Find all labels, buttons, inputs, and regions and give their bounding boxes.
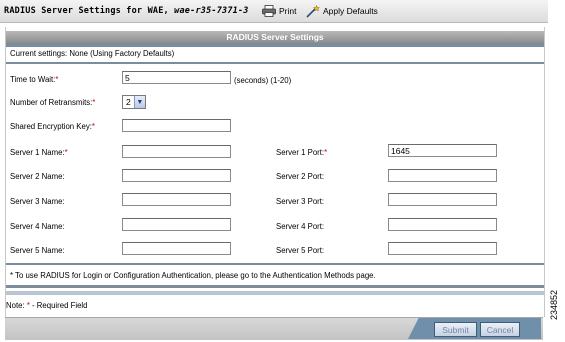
section-header: RADIUS Server Settings <box>6 31 544 43</box>
server-2-name-input[interactable] <box>122 169 231 182</box>
time-to-wait-input[interactable] <box>122 71 231 84</box>
section-divider <box>6 285 544 288</box>
server-5-port-label: Server 5 Port: <box>276 246 325 255</box>
server-4-name-input[interactable] <box>122 218 231 231</box>
wand-icon <box>306 4 320 18</box>
chevron-down-icon[interactable]: ▼ <box>133 96 145 108</box>
settings-panel: RADIUS Server Settings Current settings:… <box>5 27 545 317</box>
print-button[interactable]: Print <box>262 4 296 18</box>
required-field-note: Note: * - Required Field <box>6 301 88 310</box>
retransmits-select[interactable]: 2 ▼ <box>122 95 146 109</box>
server-2-port-label: Server 2 Port: <box>276 172 325 181</box>
encryption-key-label: Shared Encryption Key:* <box>10 122 95 131</box>
retransmits-label: Number of Retransmits:* <box>10 98 96 107</box>
server-1-name-input[interactable] <box>122 145 231 158</box>
figure-id: 234852 <box>549 289 559 321</box>
divider <box>6 62 544 64</box>
server-1-name-label: Server 1 Name:* <box>10 148 68 157</box>
server-3-name-input[interactable] <box>122 193 231 206</box>
server-3-port-input[interactable] <box>388 193 497 206</box>
time-to-wait-hint: (seconds) (1-20) <box>234 76 292 85</box>
server-2-port-input[interactable] <box>388 169 497 182</box>
required-marker: * <box>55 75 59 84</box>
required-marker: * <box>64 148 68 157</box>
printer-icon <box>262 5 276 17</box>
server-3-port-label: Server 3 Port: <box>276 197 325 206</box>
apply-defaults-label: Apply Defaults <box>323 6 378 16</box>
server-5-port-input[interactable] <box>388 242 497 255</box>
time-to-wait-label: Time to Wait:* <box>10 75 59 84</box>
server-5-name-label: Server 5 Name: <box>10 246 65 255</box>
print-label: Print <box>279 6 297 16</box>
radius-auth-note: * To use RADIUS for Login or Configurati… <box>10 271 376 280</box>
current-settings-text: Current settings: None (Using Factory De… <box>10 49 175 58</box>
cancel-button[interactable]: Cancel <box>480 322 520 337</box>
server-3-name-label: Server 3 Name: <box>10 197 65 206</box>
submit-button[interactable]: Submit <box>434 322 477 337</box>
divider <box>6 263 544 265</box>
section-divider <box>6 291 544 295</box>
page-title: RADIUS Server Settings for WAE, wae-r35-… <box>4 6 249 16</box>
title-bar: RADIUS Server Settings for WAE, wae-r35-… <box>0 0 548 23</box>
required-marker: * <box>92 98 96 107</box>
server-5-name-input[interactable] <box>122 242 231 255</box>
encryption-key-input[interactable] <box>122 119 231 132</box>
server-4-name-label: Server 4 Name: <box>10 222 65 231</box>
apply-defaults-button[interactable]: Apply Defaults <box>306 4 378 18</box>
required-marker: * <box>91 122 95 131</box>
server-4-port-label: Server 4 Port: <box>276 222 325 231</box>
server-1-port-label: Server 1 Port:* <box>276 148 328 157</box>
retransmits-value: 2 <box>126 97 131 107</box>
required-marker: * <box>324 148 328 157</box>
server-1-port-input[interactable] <box>388 144 497 157</box>
server-4-port-input[interactable] <box>388 218 497 231</box>
server-2-name-label: Server 2 Name: <box>10 172 65 181</box>
section-divider <box>6 43 544 47</box>
